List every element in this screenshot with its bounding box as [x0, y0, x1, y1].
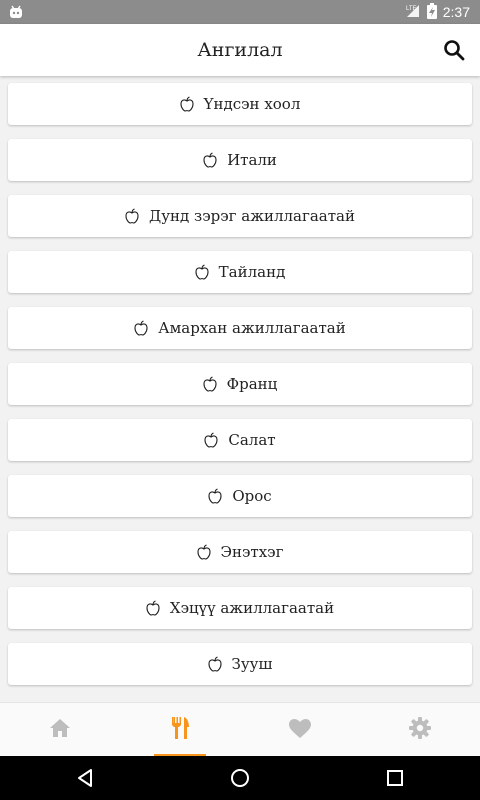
apple-icon [134, 320, 148, 336]
apple-icon [207, 656, 222, 672]
category-item[interactable]: Энэтхэг [8, 531, 472, 573]
category-label: Дунд зэрэг ажиллагаатай [149, 207, 355, 225]
bottom-nav [0, 702, 480, 757]
home-circle-icon[interactable] [200, 756, 280, 800]
category-label: Зууш [231, 655, 273, 673]
page-title: Ангилал [197, 39, 283, 61]
category-label: Үндсэн хоол [203, 95, 301, 113]
category-item[interactable]: Зууш [8, 643, 472, 685]
android-notification-icon [8, 4, 24, 20]
category-label: Орос [232, 487, 272, 505]
network-lte-icon: LTE [405, 3, 421, 22]
category-item[interactable]: Амархан ажиллагаатай [8, 307, 472, 349]
category-label: Амархан ажиллагаатай [158, 319, 346, 337]
apple-icon [208, 488, 222, 504]
recents-icon[interactable] [355, 756, 435, 800]
apple-icon [204, 432, 218, 448]
gear-icon [409, 717, 431, 743]
category-item[interactable]: Орос [8, 475, 472, 517]
fork-knife-icon [169, 716, 191, 744]
category-label: Итали [227, 151, 277, 169]
status-time: 2:37 [442, 4, 470, 20]
category-item[interactable]: Тайланд [8, 251, 472, 293]
apple-icon [203, 376, 217, 392]
category-item[interactable]: Салат [8, 419, 472, 461]
category-label: Салат [228, 431, 276, 449]
apple-icon [146, 600, 160, 616]
battery-charging-icon [426, 2, 437, 22]
apple-icon [125, 208, 139, 224]
heart-icon [288, 718, 312, 743]
category-label: Хэцүү ажиллагаатай [169, 599, 335, 617]
status-bar: LTE 2:37 [0, 0, 480, 24]
system-nav-bar [0, 756, 480, 800]
nav-settings[interactable] [360, 703, 480, 757]
home-icon [49, 718, 71, 742]
svg-text:LTE: LTE [406, 6, 417, 12]
search-icon[interactable] [442, 38, 466, 62]
nav-favorites[interactable] [240, 703, 360, 757]
category-label: Франц [226, 375, 278, 393]
category-list: Үндсэн хоол Итали Дунд зэрэг ажиллагаата… [0, 76, 480, 702]
nav-home[interactable] [0, 703, 120, 757]
apple-icon [196, 544, 211, 560]
category-item[interactable]: Итали [8, 139, 472, 181]
category-label: Энэтхэг [220, 543, 284, 561]
category-label: Тайланд [218, 263, 286, 281]
nav-categories[interactable] [120, 703, 240, 757]
category-item[interactable]: Хэцүү ажиллагаатай [8, 587, 472, 629]
apple-icon [180, 96, 194, 112]
category-item[interactable]: Үндсэн хоол [8, 83, 472, 125]
apple-icon [203, 152, 217, 168]
category-item[interactable]: Франц [8, 363, 472, 405]
back-icon[interactable] [45, 756, 125, 800]
apple-icon [195, 264, 209, 280]
category-item[interactable]: Дунд зэрэг ажиллагаатай [8, 195, 472, 237]
app-bar: Ангилал [0, 24, 480, 76]
